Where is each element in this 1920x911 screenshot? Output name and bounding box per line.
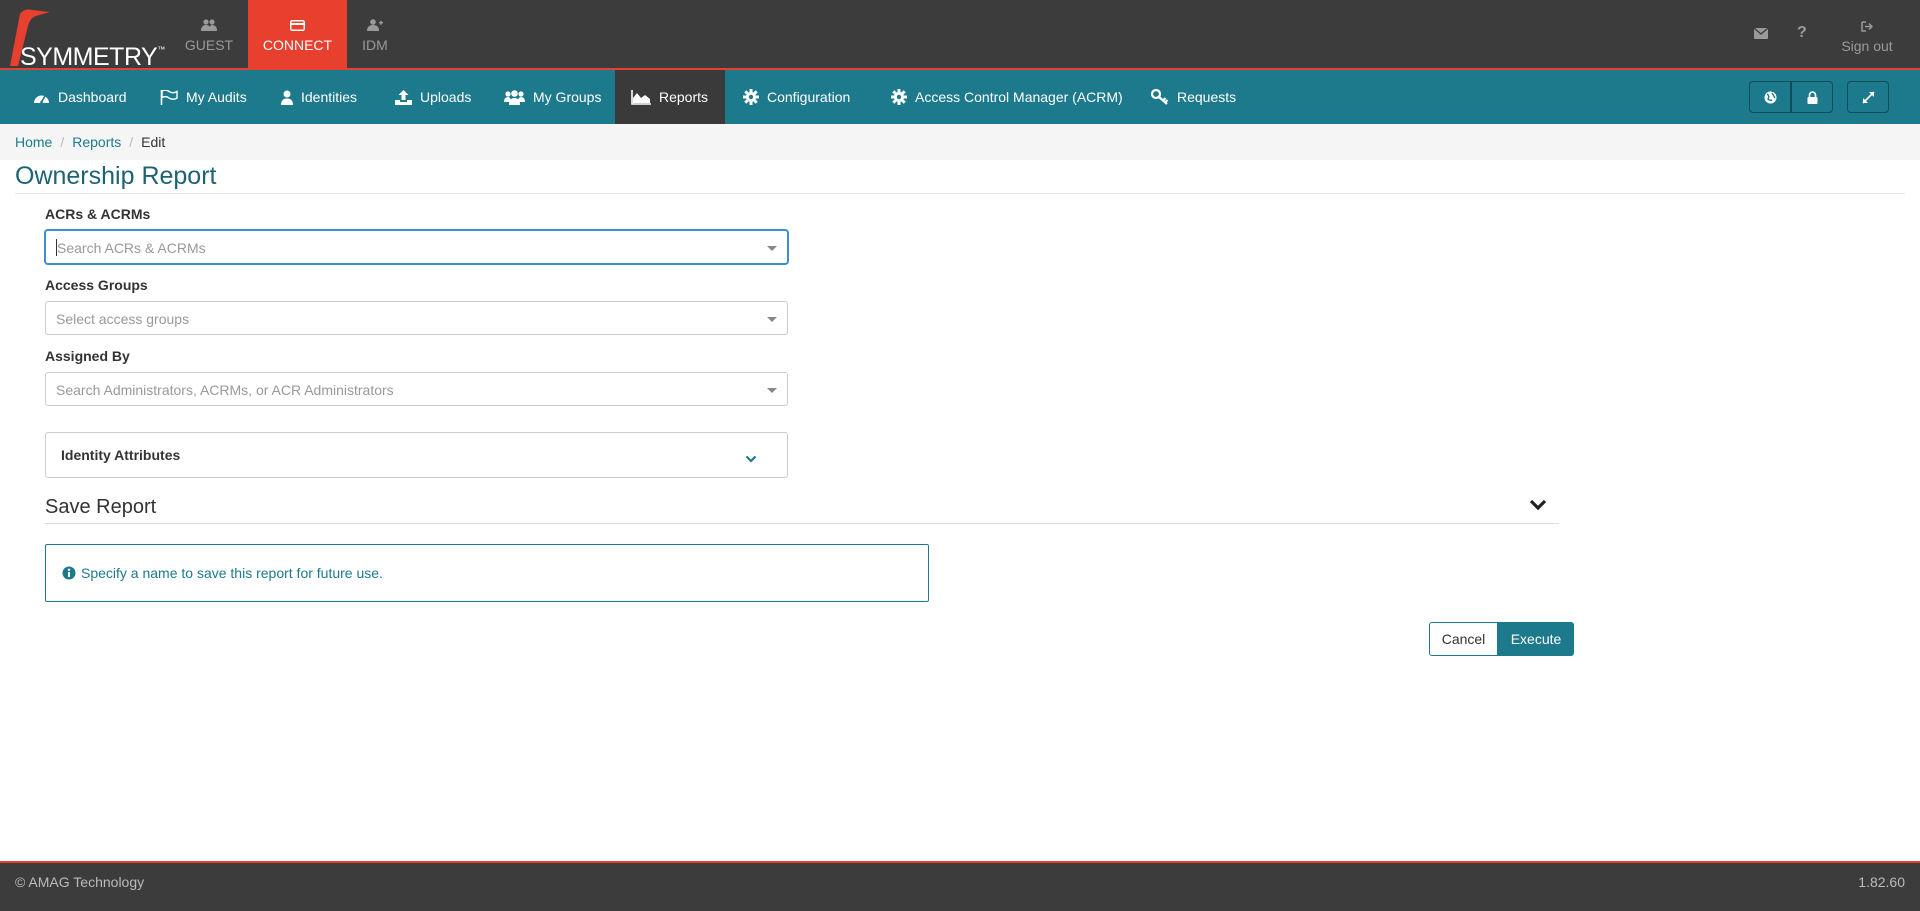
page-title: Ownership Report bbox=[15, 162, 217, 190]
globe-button[interactable] bbox=[1749, 81, 1791, 113]
nav-item-uploads[interactable]: Uploads bbox=[379, 70, 487, 124]
expand-button[interactable] bbox=[1847, 81, 1889, 113]
nav-label: Uploads bbox=[420, 89, 472, 105]
upload-icon bbox=[395, 89, 412, 105]
nav-item-reports[interactable]: Reports bbox=[615, 70, 725, 124]
access-groups-label: Access Groups bbox=[45, 277, 148, 293]
nav-item-identities[interactable]: Identities bbox=[265, 70, 373, 124]
sign-out-icon bbox=[1861, 18, 1873, 34]
acrs-select[interactable]: Search ACRs & ACRMs bbox=[45, 230, 788, 264]
expand-icon bbox=[1861, 90, 1875, 104]
key-icon bbox=[1151, 89, 1169, 105]
access-groups-placeholder: Select access groups bbox=[56, 311, 190, 327]
nav-label: Configuration bbox=[767, 89, 851, 105]
identity-attributes-title: Identity Attributes bbox=[61, 447, 181, 463]
title-divider bbox=[15, 193, 1905, 194]
gear-icon bbox=[891, 89, 907, 105]
dashboard-icon bbox=[34, 95, 49, 103]
card-icon bbox=[290, 17, 305, 33]
nav-item-acrm[interactable]: Access Control Manager (ACRM) bbox=[875, 70, 1139, 124]
app-tab-label: IDM bbox=[362, 37, 388, 53]
main-navbar: Dashboard My Audits Identities Uploads M… bbox=[0, 70, 1920, 124]
acrs-field-label: ACRs & ACRMs bbox=[45, 206, 151, 222]
cancel-button[interactable]: Cancel bbox=[1429, 622, 1498, 656]
gear-icon bbox=[743, 89, 759, 105]
nav-label: My Audits bbox=[186, 89, 247, 105]
nav-label: Access Control Manager (ACRM) bbox=[915, 89, 1123, 105]
breadcrumb-separator: / bbox=[60, 134, 65, 150]
sign-out-label: Sign out bbox=[1841, 38, 1893, 54]
breadcrumb-current: Edit bbox=[141, 134, 166, 150]
area-chart-icon bbox=[631, 89, 651, 105]
app-tab-label: GUEST bbox=[184, 37, 234, 53]
assigned-by-select[interactable]: Search Administrators, ACRMs, or ACR Adm… bbox=[45, 372, 788, 406]
nav-item-dashboard[interactable]: Dashboard bbox=[17, 70, 143, 124]
execute-button[interactable]: Execute bbox=[1498, 622, 1574, 656]
sign-out-button[interactable]: Sign out bbox=[1836, 18, 1898, 54]
info-circle-icon bbox=[62, 566, 76, 580]
question-icon[interactable]: ? bbox=[1797, 24, 1807, 42]
access-groups-select[interactable]: Select access groups bbox=[45, 301, 788, 335]
nav-item-requests[interactable]: Requests bbox=[1135, 70, 1252, 124]
app-tab-connect[interactable]: CONNECT bbox=[248, 0, 347, 70]
user-icon bbox=[281, 90, 293, 105]
breadcrumb-separator: / bbox=[129, 134, 134, 150]
save-report-title: Save Report bbox=[45, 496, 157, 518]
assigned-by-label: Assigned By bbox=[45, 348, 130, 364]
chevron-down-icon bbox=[1529, 498, 1547, 516]
info-message: Specify a name to save this report for f… bbox=[81, 565, 383, 581]
app-tab-idm[interactable]: IDM bbox=[350, 0, 400, 70]
nav-label: Reports bbox=[659, 89, 709, 105]
assigned-by-placeholder: Search Administrators, ACRMs, or ACR Adm… bbox=[56, 382, 394, 398]
caret-down-icon bbox=[767, 246, 777, 251]
copyright-text: © AMAG Technology bbox=[15, 874, 145, 890]
lock-icon bbox=[1807, 90, 1817, 104]
nav-label: Identities bbox=[301, 89, 358, 105]
nav-item-my-groups[interactable]: My Groups bbox=[488, 70, 617, 124]
lock-button[interactable] bbox=[1791, 81, 1833, 113]
top-bar: SYMMETRY™ GUEST CONNECT IDM ? Sign out bbox=[0, 0, 1920, 71]
nav-label: Requests bbox=[1177, 89, 1237, 105]
nav-item-my-audits[interactable]: My Audits bbox=[144, 70, 263, 124]
globe-icon bbox=[1764, 91, 1776, 103]
save-report-header[interactable]: Save Report bbox=[45, 494, 1559, 524]
info-alert: Specify a name to save this report for f… bbox=[45, 544, 929, 602]
app-tab-label: CONNECT bbox=[262, 37, 333, 53]
acrs-placeholder: Search ACRs & ACRMs bbox=[57, 240, 206, 256]
app-tab-guest[interactable]: GUEST bbox=[174, 0, 244, 70]
user-plus-icon bbox=[367, 17, 383, 33]
caret-down-icon bbox=[767, 317, 777, 322]
envelope-icon[interactable] bbox=[1753, 26, 1769, 44]
nav-label: Dashboard bbox=[58, 89, 127, 105]
breadcrumb: Home / Reports / Edit bbox=[0, 124, 1920, 160]
nav-label: My Groups bbox=[533, 89, 602, 105]
users-icon bbox=[201, 17, 217, 33]
caret-down-icon bbox=[767, 388, 777, 393]
breadcrumb-home[interactable]: Home bbox=[15, 134, 52, 150]
identity-attributes-panel[interactable]: Identity Attributes bbox=[45, 432, 788, 478]
breadcrumb-reports[interactable]: Reports bbox=[72, 134, 121, 150]
chevron-down-icon bbox=[745, 450, 757, 468]
version-text: 1.82.60 bbox=[1858, 874, 1905, 890]
symmetry-logo[interactable]: SYMMETRY™ bbox=[6, 6, 166, 71]
brand-wordmark: SYMMETRY™ bbox=[20, 43, 165, 71]
flag-icon bbox=[160, 89, 178, 105]
users-icon bbox=[504, 89, 525, 105]
footer: © AMAG Technology 1.82.60 bbox=[0, 861, 1920, 911]
nav-item-configuration[interactable]: Configuration bbox=[727, 70, 866, 124]
